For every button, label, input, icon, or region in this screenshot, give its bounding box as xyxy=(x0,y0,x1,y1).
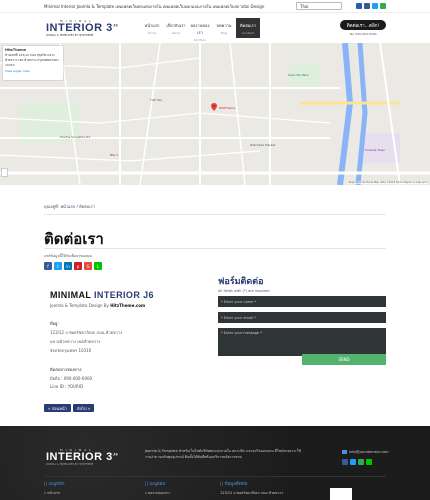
breadcrumb-prefix: คุณอยู่ที่: xyxy=(44,204,60,209)
facebook-icon[interactable] xyxy=(342,459,348,465)
divider xyxy=(44,214,386,215)
divider xyxy=(44,248,386,249)
prev-button[interactable]: « ก่อนหน้า xyxy=(44,404,71,412)
article-pager: « ก่อนหน้า ถัดไป » xyxy=(44,404,95,412)
top-bar: Minimal Interior Joomla & Template เทมเพ… xyxy=(0,0,430,13)
map-label: BIG C xyxy=(110,153,119,157)
footer-col-title: || เมนูย่อย xyxy=(145,482,166,487)
google-icon[interactable] xyxy=(358,459,364,465)
google-share-icon[interactable]: G xyxy=(84,262,92,270)
map-place-name: HitzTheme xyxy=(5,48,27,52)
map-streets xyxy=(0,43,430,185)
line-icon[interactable] xyxy=(380,3,386,9)
footer-link[interactable]: » ผลงานของเรา xyxy=(145,490,170,496)
send-button[interactable]: SEND xyxy=(302,354,386,365)
footer-col-title: || เมนูหลัก xyxy=(44,482,65,487)
footer-social-icons xyxy=(342,459,372,465)
google-map[interactable]: HitzTheme บ้านเลขที่ 123/12 ถนน สุขุมวิท… xyxy=(0,43,430,185)
footer-divider xyxy=(44,476,386,477)
twitter-icon[interactable] xyxy=(350,459,356,465)
email-input[interactable]: * Enter your email * xyxy=(218,312,386,323)
nav-item-about[interactable]: เกี่ยวกับเรา About xyxy=(164,18,188,38)
contact-heading: ติดต่อทางช่องทาง: xyxy=(50,367,83,372)
share-label: แชร์ข้อมูลนี้ให้กับเพื่อนๆของคุณ xyxy=(44,254,92,258)
share-buttons: f t in p G L xyxy=(44,262,102,270)
header-contact: ติดต่อเรา...คลิก! Tel. 090-000-0000 xyxy=(340,20,386,36)
twitter-share-icon[interactable]: t xyxy=(54,262,62,270)
map-place-address: บ้านเลขที่ 123/12 ถนน สุขุมวิท แขวง ห้วย… xyxy=(5,53,59,67)
logo-main-text: INTERIOR 3J6 xyxy=(46,22,119,34)
facebook-icon[interactable] xyxy=(364,3,370,9)
footer-col-sub-menu: || เมนูย่อย » ผลงานของเรา xyxy=(145,480,170,496)
language-select[interactable]: Thai xyxy=(296,2,342,10)
footer-col-title: || ข้อมูลติดต่อ xyxy=(220,482,248,487)
footer-address: 123/12 ถ.ซอยรัชดาภิเษก ถนน ห้วยขวาง xyxy=(220,491,284,495)
logo-tag-text: JOOMLA & TEMPLATES BY HITZTHEME xyxy=(46,463,94,466)
contact-cta-button[interactable]: ติดต่อเรา...คลิก! xyxy=(340,20,386,30)
footer-about: Joomla & Template สำหรับเว็บไซต์บริษัทตก… xyxy=(145,449,301,459)
footer-logo[interactable]: MINIMAL INTERIOR 3J6 JOOMLA & TEMPLATES … xyxy=(44,446,124,468)
company-name: MINIMAL INTERIOR J6 xyxy=(50,290,154,300)
logo-tag-text: JOOMLA & TEMPLATES BY HITZTHEME xyxy=(46,34,94,37)
nav-item-contact[interactable]: ติดต่อเรา Contact xyxy=(236,18,260,38)
line-icon[interactable] xyxy=(366,459,372,465)
site-tagline: Minimal Interior Joomla & Template เทมเพ… xyxy=(44,3,265,9)
map-label: Ratchada Market xyxy=(250,143,276,147)
address-heading: ที่อยู่: xyxy=(50,321,59,326)
breadcrumb: คุณอยู่ที่: หน้าแรก / ติดต่อเรา xyxy=(44,203,95,210)
site-header: MINIMAL INTERIOR 3J6 JOOMLA & TEMPLATES … xyxy=(0,13,430,43)
address-line: 123/12 ถ.ซอยรัชดาภิเษก ถนน ห้วยขวาง xyxy=(50,330,123,335)
nav-item-blog[interactable]: บทความ Blog xyxy=(212,18,236,38)
map-label: Suan Plu Park xyxy=(288,73,309,77)
line-id-text: Line ID : YOURID xyxy=(50,384,84,389)
line-share-icon[interactable]: L xyxy=(94,262,102,270)
breadcrumb-home-link[interactable]: หน้าแรก xyxy=(60,204,75,209)
site-footer: MINIMAL INTERIOR 3J6 JOOMLA & TEMPLATES … xyxy=(0,426,430,500)
map-info-card: HitzTheme บ้านเลขที่ 123/12 ถนน สุขุมวิท… xyxy=(3,46,63,80)
company-info: MINIMAL INTERIOR J6 Joomla & Template De… xyxy=(50,290,200,389)
footer-email[interactable]: info@yourdomain.com xyxy=(342,450,389,454)
footer-col-contact: || ข้อมูลติดต่อ 123/12 ถ.ซอยรัชดาภิเษก ถ… xyxy=(220,480,283,496)
social-icon[interactable] xyxy=(356,3,362,9)
facebook-share-icon[interactable]: f xyxy=(44,262,52,270)
message-textarea[interactable]: * Enter your message * xyxy=(218,328,386,356)
top-social-icons xyxy=(356,3,386,9)
footer-link[interactable]: » หน้าแรก xyxy=(44,490,65,496)
next-button[interactable]: ถัดไป » xyxy=(72,404,95,412)
pinterest-share-icon[interactable]: p xyxy=(74,262,82,270)
nav-item-home[interactable]: หน้าแรก Home xyxy=(140,18,164,38)
address-line: จังหวัดกรุงเทพฯ 10310 xyxy=(50,348,92,353)
company-desc: Joomla & Template Design By HitzTheme.co… xyxy=(50,303,146,308)
map-attribution: Keyboard shortcuts Map data ©2023 Terms … xyxy=(348,181,428,184)
footer-col-main-menu: || เมนูหลัก » หน้าแรก xyxy=(44,480,65,496)
contact-form: ฟอร์มติดต่อ All fields with (*) are requ… xyxy=(218,274,386,365)
view-larger-map-link[interactable]: View larger map xyxy=(5,69,61,73)
form-required-note: All fields with (*) are required xyxy=(218,289,270,293)
map-pin-label: HitzTheme xyxy=(219,106,236,110)
email-icon xyxy=(342,450,347,454)
linkedin-share-icon[interactable]: in xyxy=(64,262,72,270)
breadcrumb-separator: / xyxy=(76,204,78,209)
twitter-icon[interactable] xyxy=(372,3,378,9)
address-line: แขวงห้วยขวาง เขตห้วยขวาง xyxy=(50,339,101,344)
logo-main-text: INTERIOR 3J6 xyxy=(46,451,119,463)
map-label: Fortune Town xyxy=(365,148,385,152)
phone-text: มือถือ : 090-000-0000 xyxy=(50,376,93,381)
map-zoom-control[interactable] xyxy=(1,168,8,177)
qr-code xyxy=(330,488,352,500)
breadcrumb-current: ติดต่อเรา xyxy=(79,204,96,209)
site-logo[interactable]: MINIMAL INTERIOR 3J6 JOOMLA & TEMPLATES … xyxy=(44,17,120,39)
map-pin-icon[interactable] xyxy=(211,103,217,111)
nav-item-portfolio[interactable]: ผลงานของเรา Portfolio xyxy=(188,18,212,42)
name-input[interactable]: * Enter your name * xyxy=(218,296,386,307)
map-label: TOP Tea xyxy=(150,98,162,102)
map-label: Pracha Songkhro Rd xyxy=(60,135,91,139)
header-phone: Tel. 090-000-0000 xyxy=(349,32,377,36)
form-title: ฟอร์มติดต่อ xyxy=(218,276,264,286)
main-nav: หน้าแรก Home เกี่ยวกับเรา About ผลงานของเร… xyxy=(140,18,260,42)
